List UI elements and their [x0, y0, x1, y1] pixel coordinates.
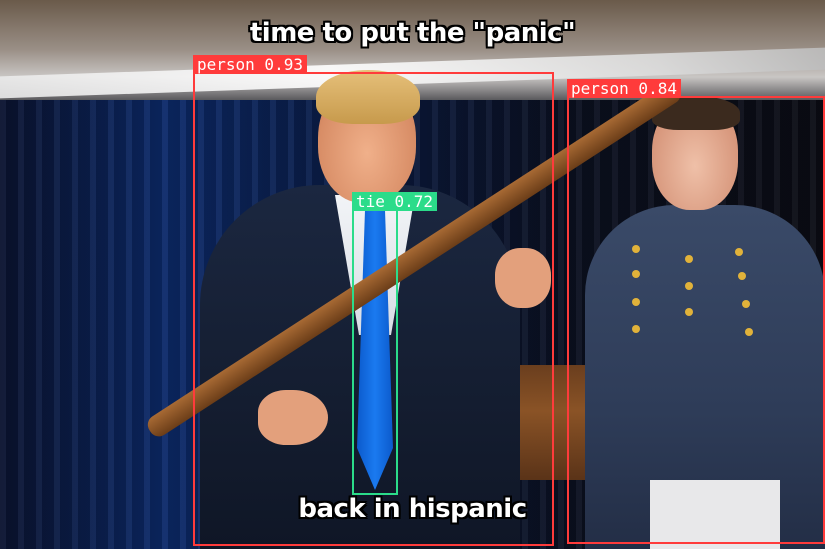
person-detection-box-2: person 0.84: [567, 79, 825, 544]
tie-detection-label: tie 0.72: [352, 192, 438, 211]
person-detection-label-2: person 0.84: [567, 79, 681, 98]
person-detection-label-1: person 0.93: [193, 55, 307, 74]
top-caption: time to put the "panic": [249, 18, 576, 48]
bottom-caption: back in hispanic: [298, 494, 527, 524]
tie-detection-box: tie 0.72: [352, 192, 438, 495]
